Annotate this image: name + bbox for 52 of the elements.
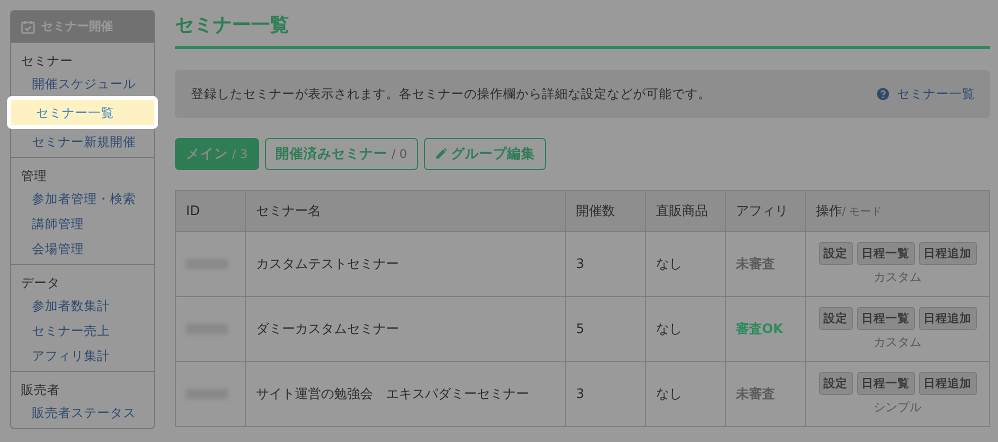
- sidebar-item[interactable]: アフィリ集計: [11, 343, 154, 368]
- mode-label: カスタム: [872, 334, 922, 351]
- group-edit-button[interactable]: グループ編集: [424, 138, 546, 170]
- section-heading: 販売者: [20, 381, 61, 399]
- section-heading: データ: [20, 274, 61, 292]
- section-heading: セミナー: [20, 52, 74, 70]
- help-icon: [877, 88, 889, 100]
- help-link[interactable]: セミナー一覧: [897, 86, 975, 102]
- column-header: 直販商品: [646, 190, 726, 232]
- affiliate-status: 未審査: [726, 362, 806, 426]
- pencil-icon: [435, 148, 447, 160]
- action-button[interactable]: 設定: [818, 372, 852, 395]
- calendar-check-icon: [21, 20, 35, 34]
- sidebar-item[interactable]: セミナー売上: [11, 318, 154, 343]
- column-header: 開催数: [566, 190, 646, 232]
- sidebar-item[interactable]: 参加者数集計: [11, 293, 154, 318]
- column-header: アフィリ: [726, 190, 806, 232]
- sidebar-item[interactable]: セミナー新規開催: [11, 129, 154, 154]
- action-button[interactable]: 日程一覧: [856, 307, 914, 330]
- table-cell: 3: [566, 232, 646, 296]
- mode-label: カスタム: [872, 269, 922, 286]
- action-button[interactable]: 日程追加: [918, 242, 976, 265]
- action-button[interactable]: 日程一覧: [856, 372, 914, 395]
- section-heading: 管理: [20, 167, 48, 185]
- table-cell: なし: [646, 296, 726, 362]
- sidebar-item[interactable]: 販売者ステータス: [11, 400, 154, 425]
- action-button[interactable]: 日程追加: [918, 307, 976, 330]
- affiliate-status: 未審査: [726, 232, 806, 296]
- table-cell: サイト運営の勉強会 エキスパダミーセミナー: [246, 362, 566, 426]
- action-button[interactable]: 設定: [818, 242, 852, 265]
- sidebar-item[interactable]: 開催スケジュール: [11, 71, 154, 96]
- table-cell: カスタムテストセミナー: [246, 232, 566, 296]
- table-cell: なし: [646, 232, 726, 296]
- sidebar-item[interactable]: セミナー一覧: [7, 96, 158, 129]
- column-header: 操作/ モード: [806, 190, 990, 232]
- action-button[interactable]: 日程一覧: [856, 242, 914, 265]
- action-button[interactable]: 設定: [818, 307, 852, 330]
- action-button[interactable]: 日程追加: [918, 372, 976, 395]
- column-header: セミナー名: [246, 190, 566, 232]
- sidebar-item[interactable]: 参加者管理・検索: [11, 186, 154, 211]
- table-cell: 3: [566, 362, 646, 426]
- tab[interactable]: 開催済みセミナー / 0: [264, 138, 418, 170]
- table-cell: ダミーカスタムセミナー: [246, 296, 566, 362]
- table-cell: なし: [646, 362, 726, 426]
- info-text: 登録したセミナーが表示されます。各セミナーの操作欄から詳細な設定などが可能です。: [191, 86, 712, 102]
- page-title: セミナー一覧: [175, 12, 990, 49]
- sidebar-item[interactable]: 講師管理: [11, 211, 154, 236]
- mode-label: シンプル: [872, 399, 922, 416]
- column-header: ID: [176, 190, 246, 232]
- table-cell: 5: [566, 296, 646, 362]
- sidebar-item[interactable]: 会場管理: [11, 236, 154, 261]
- affiliate-status: 審査OK: [726, 296, 806, 362]
